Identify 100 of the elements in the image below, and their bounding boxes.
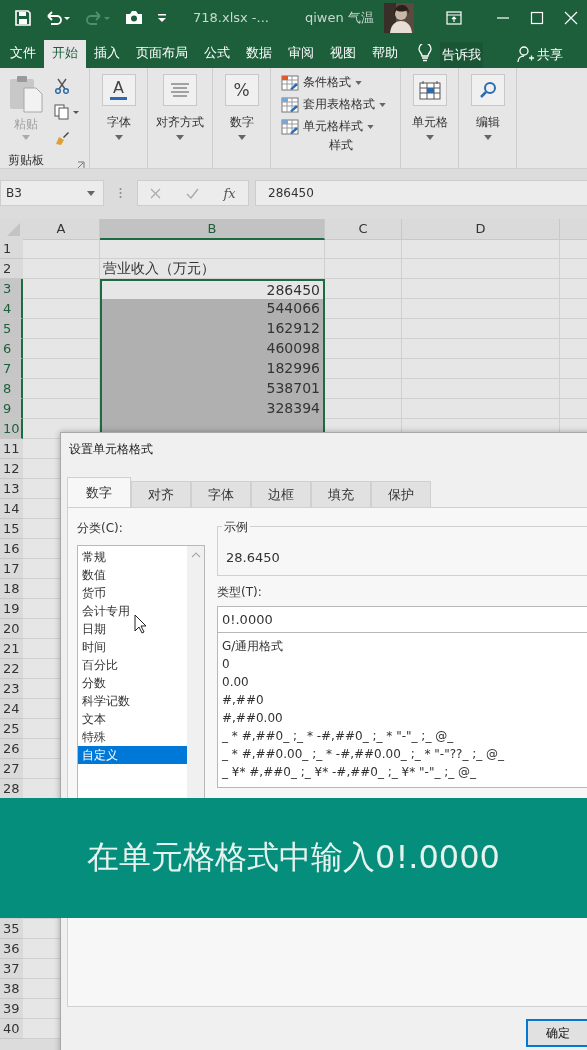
row-header[interactable]: 27 bbox=[0, 759, 23, 779]
dialog-tab[interactable]: 边框 bbox=[251, 481, 311, 507]
type-item[interactable]: _ * #,##0_ ;_ * -#,##0_ ;_ * "-"_ ;_ @_ bbox=[222, 727, 587, 745]
row-header[interactable]: 10 bbox=[0, 419, 23, 439]
brush-icon[interactable] bbox=[54, 130, 70, 146]
caret-icon[interactable] bbox=[425, 135, 434, 140]
caret-icon[interactable] bbox=[114, 135, 123, 140]
row-header[interactable]: 8 bbox=[0, 379, 23, 399]
ribbon-tab[interactable]: 审阅 bbox=[280, 40, 322, 68]
row-header[interactable]: 20 bbox=[0, 619, 23, 639]
row-header[interactable]: 3 bbox=[0, 279, 23, 300]
row-header[interactable]: 6 bbox=[0, 339, 23, 359]
type-item[interactable]: #,##0.00 bbox=[222, 709, 587, 727]
column-header[interactable]: C bbox=[325, 219, 402, 240]
formula-input[interactable]: 286450 bbox=[255, 180, 587, 206]
scissors-icon[interactable] bbox=[54, 78, 70, 94]
caret-icon[interactable] bbox=[87, 190, 95, 196]
row-header[interactable]: 7 bbox=[0, 359, 23, 379]
column-header[interactable]: B bbox=[100, 219, 325, 240]
table-style-icon[interactable] bbox=[281, 74, 299, 91]
row-header[interactable]: 23 bbox=[0, 679, 23, 699]
category-item[interactable]: 会计专用 bbox=[78, 602, 187, 620]
category-item[interactable]: 分数 bbox=[78, 674, 187, 692]
ribbon-display-icon[interactable] bbox=[445, 10, 462, 25]
ribbon-tab[interactable]: 开始 bbox=[44, 40, 86, 68]
dialog-tab[interactable]: 保护 bbox=[371, 481, 431, 507]
ribbon-tab[interactable]: 数据 bbox=[238, 40, 280, 68]
copy-icon[interactable] bbox=[54, 104, 80, 120]
row-header[interactable]: 4 bbox=[0, 299, 23, 319]
caret-icon[interactable] bbox=[379, 102, 386, 107]
caret-icon[interactable] bbox=[367, 124, 374, 129]
category-item[interactable]: 科学记数 bbox=[78, 692, 187, 710]
dialog-tab[interactable]: 字体 bbox=[191, 481, 251, 507]
ribbon-tab[interactable]: 帮助 bbox=[364, 40, 406, 68]
ribbon-tab[interactable]: 插入 bbox=[86, 40, 128, 68]
insert-function-button[interactable]: fx bbox=[223, 185, 236, 201]
row-header[interactable]: 37 bbox=[0, 959, 23, 979]
name-box[interactable]: B3 bbox=[0, 180, 104, 206]
scrollbar[interactable] bbox=[187, 546, 204, 801]
lightbulb-icon[interactable] bbox=[418, 44, 432, 62]
group-button-label[interactable]: 字体 bbox=[106, 114, 131, 131]
dialog-tab[interactable]: 数字 bbox=[67, 477, 131, 507]
ribbon-tab[interactable]: 公式 bbox=[196, 40, 238, 68]
dialog-tab[interactable]: 对齐 bbox=[131, 481, 191, 507]
type-input-field[interactable]: 0!.0000 bbox=[217, 606, 587, 633]
caret-icon[interactable] bbox=[176, 135, 184, 140]
save-icon[interactable] bbox=[15, 9, 31, 26]
row-header[interactable]: 1 bbox=[0, 239, 23, 259]
ribbon-button[interactable]: A bbox=[101, 74, 136, 106]
type-item[interactable]: _ * #,##0.00_ ;_ * -#,##0.00_ ;_ * "-"??_ ;_ @_ bbox=[222, 745, 587, 763]
clipboard-icon[interactable] bbox=[8, 74, 44, 114]
style-menu-button[interactable]: 条件格式 bbox=[303, 74, 351, 91]
type-item[interactable]: _ ¥* #,##0_ ;_ ¥* -#,##0_ ;_ ¥* "-"_ ;_ @_ bbox=[222, 763, 587, 781]
customize-caret-icon[interactable] bbox=[157, 11, 167, 24]
table-style-icon[interactable] bbox=[281, 118, 299, 135]
row-header[interactable]: 9 bbox=[0, 399, 23, 419]
category-item[interactable]: 自定义 bbox=[78, 746, 187, 764]
caret-icon[interactable] bbox=[355, 80, 362, 85]
group-button-label[interactable]: 单元格 bbox=[411, 114, 448, 131]
ok-button[interactable]: 确定 bbox=[526, 1019, 587, 1047]
type-item[interactable]: G/通用格式 bbox=[222, 637, 587, 655]
caret-icon[interactable] bbox=[237, 135, 246, 140]
row-header[interactable]: 11 bbox=[0, 439, 23, 459]
share-button[interactable]: 共享 bbox=[537, 42, 563, 68]
style-menu-button[interactable]: 套用表格格式 bbox=[303, 96, 375, 113]
undo-icon[interactable] bbox=[45, 9, 71, 26]
camera-icon[interactable] bbox=[125, 10, 143, 25]
ribbon-button[interactable] bbox=[470, 74, 505, 106]
column-header[interactable]: A bbox=[23, 219, 100, 240]
row-header[interactable]: 39 bbox=[0, 999, 23, 1019]
maximize-icon[interactable] bbox=[529, 10, 544, 25]
group-button-label[interactable]: 数字 bbox=[229, 114, 254, 131]
row-header[interactable]: 21 bbox=[0, 639, 23, 659]
share-person-icon[interactable] bbox=[517, 45, 535, 63]
row-header[interactable]: 19 bbox=[0, 599, 23, 619]
category-item[interactable]: 数值 bbox=[78, 566, 187, 584]
dialog-launcher-icon[interactable] bbox=[77, 161, 85, 169]
style-menu-button[interactable]: 单元格样式 bbox=[303, 118, 363, 135]
row-header[interactable]: 13 bbox=[0, 479, 23, 499]
row-header[interactable]: 28 bbox=[0, 779, 23, 799]
dialog-tab[interactable]: 填充 bbox=[311, 481, 371, 507]
row-header[interactable]: 26 bbox=[0, 739, 23, 759]
category-item[interactable]: 日期 bbox=[78, 620, 187, 638]
type-item[interactable]: 0 bbox=[222, 655, 587, 673]
row-header[interactable]: 18 bbox=[0, 579, 23, 599]
row-header[interactable]: 15 bbox=[0, 519, 23, 539]
column-header[interactable]: D bbox=[402, 219, 560, 240]
row-header[interactable]: 36 bbox=[0, 939, 23, 959]
type-item[interactable]: #,##0 bbox=[222, 691, 587, 709]
row-header[interactable]: 5 bbox=[0, 319, 23, 339]
category-item[interactable]: 时间 bbox=[78, 638, 187, 656]
ribbon-tab[interactable]: 文件 bbox=[2, 40, 44, 68]
tell-me-field[interactable]: 告诉我 bbox=[440, 42, 483, 68]
group-button-label[interactable]: 对齐方式 bbox=[156, 114, 204, 131]
row-header[interactable]: 24 bbox=[0, 699, 23, 719]
row-header[interactable]: 16 bbox=[0, 539, 23, 559]
grip-icon[interactable] bbox=[119, 187, 122, 199]
category-item[interactable]: 文本 bbox=[78, 710, 187, 728]
row-header[interactable]: 14 bbox=[0, 499, 23, 519]
table-style-icon[interactable] bbox=[281, 96, 299, 113]
